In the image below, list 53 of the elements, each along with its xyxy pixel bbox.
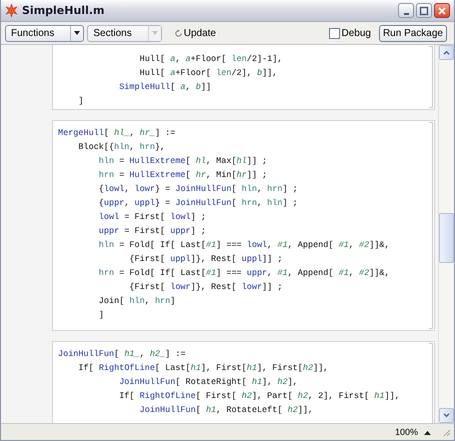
code-line: lowl = First[ lowl] ; [98, 211, 207, 224]
code-line: {lowl, lowr} = JoinHullFun[ hln, hrn] ; [98, 183, 299, 196]
code-line: {First[ uppl]}, Rest[ uppl]] ; [128, 253, 284, 266]
minimize-button[interactable] [398, 3, 414, 18]
chevron-up-icon [443, 50, 450, 55]
zoom-level[interactable]: 100% [394, 427, 418, 437]
code-line: JoinHullFun[ RotateRight[ h1], h2], [118, 376, 299, 389]
code-line: hln = Fold[ If[ Last[#1] === lowl, #1, Append[ #1, #2]]&, [98, 239, 391, 252]
caret-icon [152, 31, 158, 35]
minimize-icon [404, 12, 408, 14]
chevron-down-icon [443, 413, 450, 418]
code-line: ] [98, 309, 105, 322]
scrollbar[interactable] [438, 45, 454, 423]
code-line: JoinHullFun[ h1_, h2_] := [58, 348, 187, 361]
scroll-down-button[interactable] [439, 408, 454, 423]
refresh-icon [174, 28, 183, 38]
cell-bracket[interactable] [429, 122, 433, 329]
close-icon [437, 6, 447, 16]
update-button[interactable]: Update [174, 28, 216, 38]
window-title: SimpleHull.m [22, 4, 104, 17]
code-line: ] [77, 95, 85, 108]
code-line: uppr = First[ uppr] ; [98, 225, 207, 238]
code-cell[interactable] [52, 341, 435, 423]
up-arrow-icon[interactable] [424, 430, 431, 434]
code-line: MergeHull[ hl_, hr_] := [58, 127, 176, 140]
code-line: Hull[ a+Floor[ len/2], b]], [138, 67, 278, 80]
code-cell[interactable] [52, 120, 435, 331]
code-line: Block[{hln, hrn}, [77, 141, 166, 154]
code-line: hln = HullExtreme[ hl, Max[hl]] ; [98, 155, 268, 168]
code-line: JoinHullFun[ h1, RotateLeft[ h2]], [138, 404, 314, 417]
code-line: {uppr, uppl} = JoinHullFun[ hrn, hln] ; [98, 197, 299, 210]
close-button[interactable] [434, 3, 450, 18]
scroll-up-button[interactable] [439, 45, 454, 60]
dropdown-menu[interactable]: Functions [5, 24, 84, 42]
resize-grip-icon[interactable] [441, 427, 451, 437]
code-line: {First[ lowr]}, Rest[ lowr]] ; [128, 281, 284, 294]
code-line: SimpleHull[ a, b]] [118, 81, 212, 94]
code-line: hrn = Fold[ If[ Last[#1] === uppr, #1, Append[ #1, #2]]&, [98, 267, 391, 280]
maximize-button[interactable] [416, 3, 432, 18]
code-line: If[ RightOfLine[ Last[h1], First[h1], First[h2]], [77, 362, 330, 375]
cell-bracket[interactable] [429, 46, 433, 108]
star-icon [5, 4, 18, 17]
code-line: hrn = HullExtreme[ hr, Min[hr]] ; [98, 169, 268, 182]
code-cell[interactable]: Hull[ a, a+Floor[ len/2]-1], Hull[ a+Floor[ len/2], b]], SimpleHull[ a, b]] ] [52, 45, 435, 110]
maximize-icon [419, 6, 429, 16]
code-line: Join[ hln, hrn] [98, 295, 176, 308]
code-line: If[ RightOfLine[ First[ h2], Part[ h2, 2], First[ h1]], [118, 390, 401, 403]
caret-icon [74, 31, 80, 35]
scroll-thumb[interactable] [439, 213, 454, 263]
code-line: Hull[ a, a+Floor[ len/2]-1], [138, 53, 284, 66]
debug-label: Debug [341, 28, 371, 38]
debug-checkbox[interactable] [329, 28, 340, 38]
run-package-button[interactable]: Run Package [378, 24, 447, 42]
